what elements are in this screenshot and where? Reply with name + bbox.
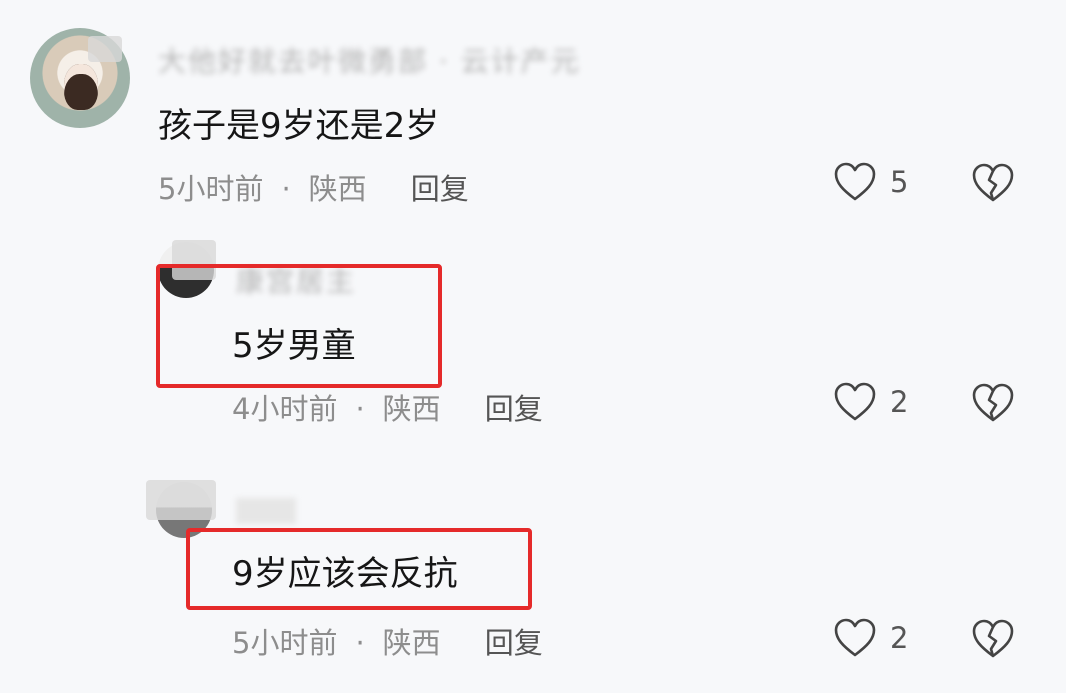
like-button[interactable]: 2: [834, 618, 908, 658]
comment-meta: 5小时前 · 陕西 回复: [158, 166, 469, 208]
timestamp: 5小时前: [158, 172, 264, 206]
comment-meta: 5小时前 · 陕西 回复: [232, 620, 543, 662]
comment-item: 大他好就去叶微勇部 · 云计产元 孩子是9岁还是2岁 5小时前 · 陕西 回复 5: [0, 0, 1066, 220]
comment-text: 9岁应该会反抗: [232, 554, 458, 594]
heart-outline-icon: [834, 162, 876, 201]
avatar-blur: [88, 36, 122, 62]
like-button[interactable]: 5: [834, 162, 908, 202]
location: 陕西: [382, 392, 441, 426]
username[interactable]: [236, 498, 296, 524]
dislike-button[interactable]: [972, 619, 1014, 663]
separator: ·: [355, 626, 365, 660]
broken-heart-icon: [972, 383, 1014, 422]
broken-heart-icon: [972, 619, 1014, 658]
dislike-button[interactable]: [972, 383, 1014, 427]
heart-outline-icon: [834, 618, 876, 657]
comment-text: 5岁男童: [232, 326, 356, 366]
location: 陕西: [382, 626, 441, 660]
like-count: 2: [890, 621, 909, 655]
reply-button[interactable]: 回复: [411, 172, 469, 206]
reply-button[interactable]: 回复: [485, 392, 543, 426]
dislike-button[interactable]: [972, 163, 1014, 207]
comment-text: 孩子是9岁还是2岁: [158, 106, 440, 146]
comment-meta: 4小时前 · 陕西 回复: [232, 386, 543, 428]
username[interactable]: 大他好就去叶微勇部 · 云计产元: [158, 40, 581, 80]
avatar-blur: [146, 480, 216, 520]
broken-heart-icon: [972, 163, 1014, 202]
reply-item: 康宫居主 5岁男童 4小时前 · 陕西 回复 2: [0, 230, 1066, 450]
timestamp: 5小时前: [232, 626, 338, 660]
reply-item: 9岁应该会反抗 5小时前 · 陕西 回复 2: [0, 470, 1066, 693]
like-count: 2: [890, 385, 909, 419]
heart-outline-icon: [834, 382, 876, 421]
separator: ·: [281, 172, 291, 206]
like-button[interactable]: 2: [834, 382, 908, 422]
timestamp: 4小时前: [232, 392, 338, 426]
location: 陕西: [308, 172, 367, 206]
reply-button[interactable]: 回复: [485, 626, 543, 660]
like-count: 5: [890, 165, 909, 199]
separator: ·: [355, 392, 365, 426]
